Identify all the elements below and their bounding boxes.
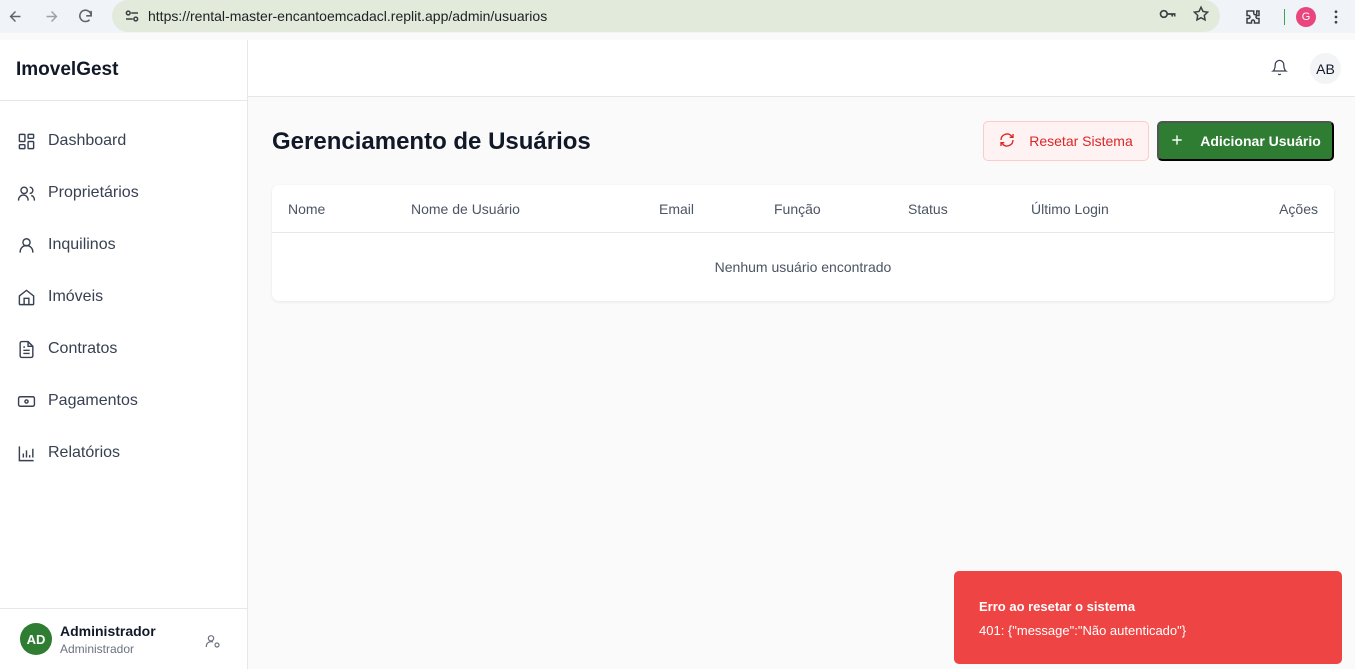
sidebar-item-imoveis[interactable]: Imóveis [0,271,247,323]
add-user-button[interactable]: Adicionar Usuário [1157,121,1334,161]
bell-icon[interactable] [1271,59,1288,81]
sidebar-item-label: Pagamentos [48,392,138,409]
sidebar-item-inquilinos[interactable]: Inquilinos [0,219,247,271]
profile-avatar: G [1296,6,1316,27]
sidebar-item-label: Proprietários [48,184,139,201]
users-icon [16,183,36,203]
sidebar-item-contratos[interactable]: Contratos [0,323,247,375]
user-icon [16,235,36,255]
site-settings-icon[interactable] [118,7,146,25]
sidebar-item-label: Relatórios [48,444,121,461]
sidebar-item-label: Dashboard [48,132,127,149]
reload-icon [78,9,92,23]
divider [1284,8,1285,25]
sidebar: ImovelGest Dashboard Proprietários Inqui… [0,40,248,669]
browser-toolbar: https://rental-master-encantoemcadacl.re… [0,0,1355,33]
toast-title: Erro ao resetar o sistema [979,599,1136,614]
password-key-icon[interactable] [1158,4,1178,29]
sidebar-item-label: Imóveis [48,288,104,305]
column-header-acoes: Ações [1279,201,1318,217]
user-name: Administrador [60,622,156,639]
sidebar-nav: Dashboard Proprietários Inquilinos Imóve… [0,101,247,479]
column-header-ultimo-login[interactable]: Último Login [1031,201,1109,217]
add-user-label: Adicionar Usuário [1200,133,1321,149]
brand-logo[interactable]: ImovelGest [0,40,247,101]
url-text: https://rental-master-encantoemcadacl.re… [148,8,548,24]
bar-chart-icon [16,443,36,463]
arrow-left-icon [9,11,20,22]
top-header: AB [248,40,1355,97]
reset-system-button[interactable]: Resetar Sistema [983,121,1149,161]
column-header-funcao[interactable]: Função [774,201,821,217]
back-button[interactable] [0,2,30,32]
reset-system-label: Resetar Sistema [1029,133,1133,149]
column-header-nome-usuario[interactable]: Nome de Usuário [411,201,520,217]
column-header-email[interactable]: Email [659,201,694,217]
profile-button[interactable]: G [1291,2,1321,32]
sidebar-item-label: Contratos [48,340,118,357]
browser-actions: G [1238,0,1355,33]
table-header: Nome Nome de Usuário Email Função Status… [272,185,1334,233]
sidebar-user: AD Administrador Administrador [0,608,247,669]
forward-button[interactable] [36,2,66,32]
home-icon [16,287,36,307]
table-empty-message: Nenhum usuário encontrado [714,259,892,275]
banknote-icon [16,391,36,411]
address-bar[interactable]: https://rental-master-encantoemcadacl.re… [112,0,1220,32]
avatar: AD [20,623,52,655]
file-text-icon [16,339,36,359]
column-header-status[interactable]: Status [908,201,948,217]
dashboard-icon [16,131,36,151]
header-avatar[interactable]: AB [1310,53,1341,84]
user-role: Administrador [60,641,135,656]
toast-message: 401: {"message":"Não autenticado"} [979,623,1187,638]
sidebar-item-label: Inquilinos [48,236,116,253]
bookmark-star-icon[interactable] [1192,5,1210,28]
sidebar-item-relatorios[interactable]: Relatórios [0,427,247,479]
column-header-nome[interactable]: Nome [288,201,325,217]
extensions-icon[interactable] [1238,2,1268,32]
sidebar-item-dashboard[interactable]: Dashboard [0,115,247,167]
menu-kebab-icon[interactable] [1321,2,1351,32]
reload-button[interactable] [70,2,100,32]
plus-icon [1170,133,1184,150]
page-title: Gerenciamento de Usuários [272,128,591,155]
arrow-right-icon [46,11,57,22]
refresh-icon [999,132,1015,151]
sidebar-item-proprietarios[interactable]: Proprietários [0,167,247,219]
user-settings-icon[interactable] [205,633,221,654]
error-toast[interactable]: Erro ao resetar o sistema 401: {"message… [954,571,1342,664]
user-info: Administrador Administrador [60,623,156,656]
sidebar-item-pagamentos[interactable]: Pagamentos [0,375,247,427]
users-table: Nome Nome de Usuário Email Função Status… [272,185,1334,301]
